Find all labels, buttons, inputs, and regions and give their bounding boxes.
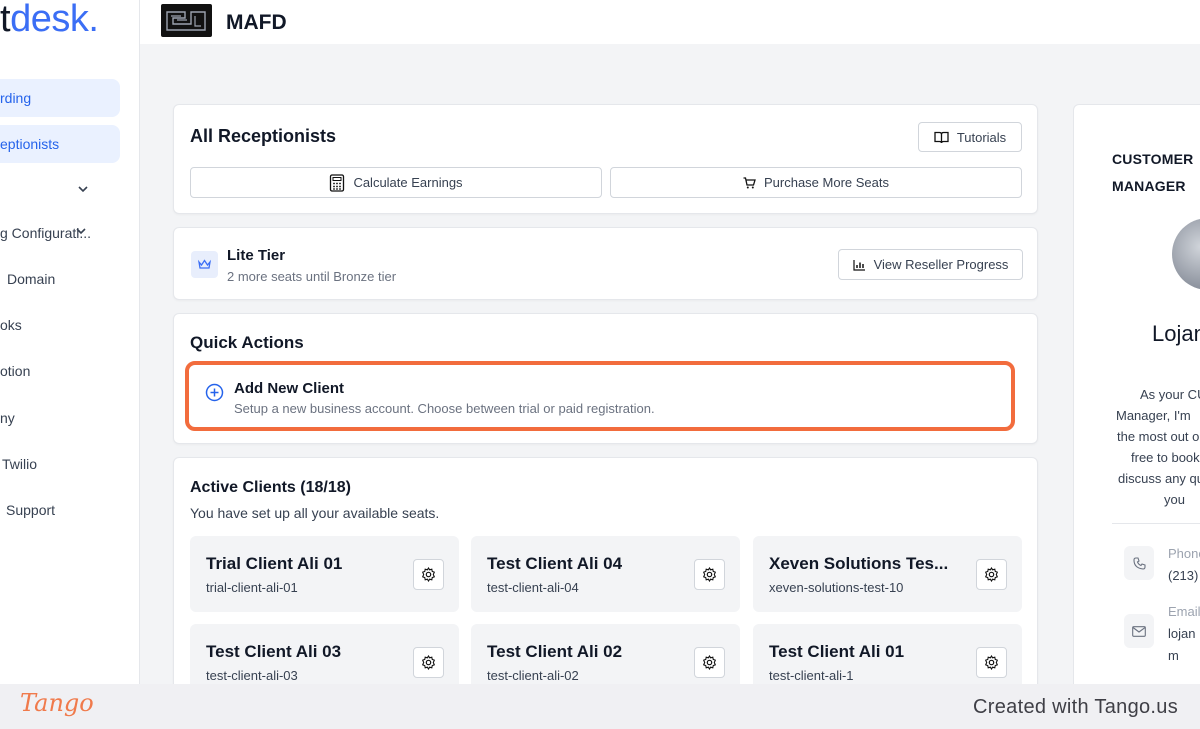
purchase-seats-label: Purchase More Seats [763, 175, 889, 190]
sidebar-item-label: Twilio [2, 456, 38, 472]
tier-card: Lite Tier 2 more seats until Bronze tier… [173, 227, 1038, 300]
book-icon [934, 131, 949, 143]
client-slug: test-client-ali-02 [487, 668, 579, 683]
active-clients-card: Active Clients (18/18) You have set up a… [173, 457, 1038, 700]
view-reseller-progress-label: View Reseller Progress [873, 257, 1009, 272]
sidebar-item-webhooks[interactable]: oks [0, 306, 120, 344]
manager-bio-line: Manager, I'm [1116, 408, 1191, 423]
chevron-down-icon [78, 186, 88, 193]
gear-icon [421, 655, 436, 670]
client-card[interactable]: Xeven Solutions Tes... xeven-solutions-t… [753, 536, 1022, 612]
sidebar-item-configuration[interactable]: g Configurati... [0, 214, 120, 252]
mail-icon [1124, 614, 1154, 648]
calculate-earnings-label: Calculate Earnings [353, 175, 463, 190]
sidebar-item-dashboard[interactable]: rding [0, 79, 120, 117]
top-bar: MAFD [140, 0, 1200, 44]
sidebar-item-company[interactable]: ny [0, 399, 120, 437]
client-card[interactable]: Trial Client Ali 01 trial-client-ali-01 [190, 536, 459, 612]
manager-bio-line: the most out o [1117, 429, 1200, 444]
receptionists-card: All Receptionists Tutorials Calculate Ea… [173, 104, 1038, 214]
tango-footer: Tango Created with Tango.us [0, 684, 1200, 729]
client-slug: trial-client-ali-01 [206, 580, 298, 595]
purchase-seats-button[interactable]: Purchase More Seats [610, 167, 1022, 198]
sidebar-item-label: oks [0, 317, 22, 333]
tier-subtitle: 2 more seats until Bronze tier [227, 269, 397, 284]
divider [1112, 523, 1200, 524]
client-name: Test Client Ali 03 [206, 642, 342, 661]
sidebar-item-receptionists[interactable]: eptionists [0, 125, 120, 163]
crown-icon [191, 251, 218, 278]
client-slug: test-client-ali-03 [206, 668, 298, 683]
client-settings-button[interactable] [694, 647, 725, 678]
created-with-text: Created with Tango.us [973, 696, 1178, 718]
sidebar-item-label: Support [6, 502, 56, 518]
calculate-earnings-button[interactable]: Calculate Earnings [190, 167, 602, 198]
view-reseller-progress-button[interactable]: View Reseller Progress [838, 249, 1023, 280]
chevron-down-icon [76, 228, 86, 235]
phone-icon [1124, 546, 1154, 580]
phone-value[interactable]: (213) [1168, 568, 1198, 583]
quick-actions-title: Quick Actions [190, 333, 304, 352]
manager-bio-line: you [1164, 492, 1185, 507]
client-settings-button[interactable] [413, 647, 444, 678]
step-highlight [185, 361, 1015, 431]
sidebar-item-support[interactable]: Support [0, 491, 120, 529]
sidebar-item-collapsed[interactable] [0, 171, 120, 209]
client-card[interactable]: Test Client Ali 04 test-client-ali-04 [471, 536, 740, 612]
client-name: Test Client Ali 02 [487, 642, 623, 661]
calculator-icon [330, 173, 345, 192]
manager-title-line2: MANAGER [1112, 178, 1186, 194]
org-logo [161, 4, 212, 37]
sidebar: tdesk. rding eptionists g Configurati...… [0, 0, 140, 684]
manager-name: Lojan [1152, 321, 1200, 346]
active-clients-title: Active Clients (18/18) [190, 479, 351, 496]
email-value[interactable]: lojan [1168, 626, 1195, 641]
gear-icon [421, 567, 436, 582]
client-name: Test Client Ali 01 [769, 642, 905, 661]
tutorials-label: Tutorials [956, 129, 1007, 145]
phone-label: Phone [1168, 546, 1200, 561]
client-settings-button[interactable] [976, 559, 1007, 590]
client-settings-button[interactable] [413, 559, 444, 590]
tango-logo: Tango [20, 689, 94, 717]
client-slug: xeven-solutions-test-10 [769, 580, 904, 595]
manager-bio-line: free to book [1131, 450, 1200, 465]
client-name: Test Client Ali 04 [487, 554, 623, 573]
gear-icon [702, 655, 717, 670]
client-settings-button[interactable] [976, 647, 1007, 678]
client-slug: test-client-ali-04 [487, 580, 579, 595]
sidebar-item-label: Domain [7, 271, 56, 287]
manager-bio-line: As your CU [1140, 387, 1200, 402]
tutorials-button[interactable]: Tutorials [918, 122, 1022, 152]
gear-icon [984, 655, 999, 670]
card-title: All Receptionists [190, 126, 337, 146]
sidebar-item-subscription[interactable]: otion [0, 352, 120, 390]
app-logo[interactable]: tdesk. [0, 0, 99, 41]
manager-bio-line: discuss any qu [1118, 471, 1200, 486]
sidebar-item-label: otion [0, 363, 31, 379]
email-label: Email [1168, 604, 1200, 619]
email-value-cont: m [1168, 648, 1179, 663]
bar-chart-icon [852, 259, 865, 271]
avatar [1172, 218, 1200, 290]
tier-name: Lite Tier [227, 247, 286, 264]
active-clients-subtitle: You have set up all your available seats… [190, 505, 440, 521]
manager-bio: As your CU Manager, I'm the most out o f… [1102, 384, 1200, 510]
gear-icon [702, 567, 717, 582]
sidebar-item-twilio[interactable]: Twilio [0, 445, 120, 483]
manager-panel: CUSTOMER MANAGER Lojan As your CU Manage… [1073, 104, 1200, 704]
client-slug: test-client-ali-1 [769, 668, 854, 683]
sidebar-item-label: eptionists [0, 136, 60, 152]
client-settings-button[interactable] [694, 559, 725, 590]
org-name: MAFD [226, 11, 287, 34]
client-name: Trial Client Ali 01 [206, 554, 343, 573]
sidebar-item-domain[interactable]: Domain [0, 260, 120, 298]
client-name: Xeven Solutions Tes... [769, 554, 949, 573]
manager-title-line1: CUSTOMER [1112, 151, 1194, 167]
gear-icon [984, 567, 999, 582]
sidebar-item-label: ny [0, 410, 15, 426]
cart-icon [743, 176, 756, 188]
sidebar-item-label: rding [0, 90, 32, 106]
